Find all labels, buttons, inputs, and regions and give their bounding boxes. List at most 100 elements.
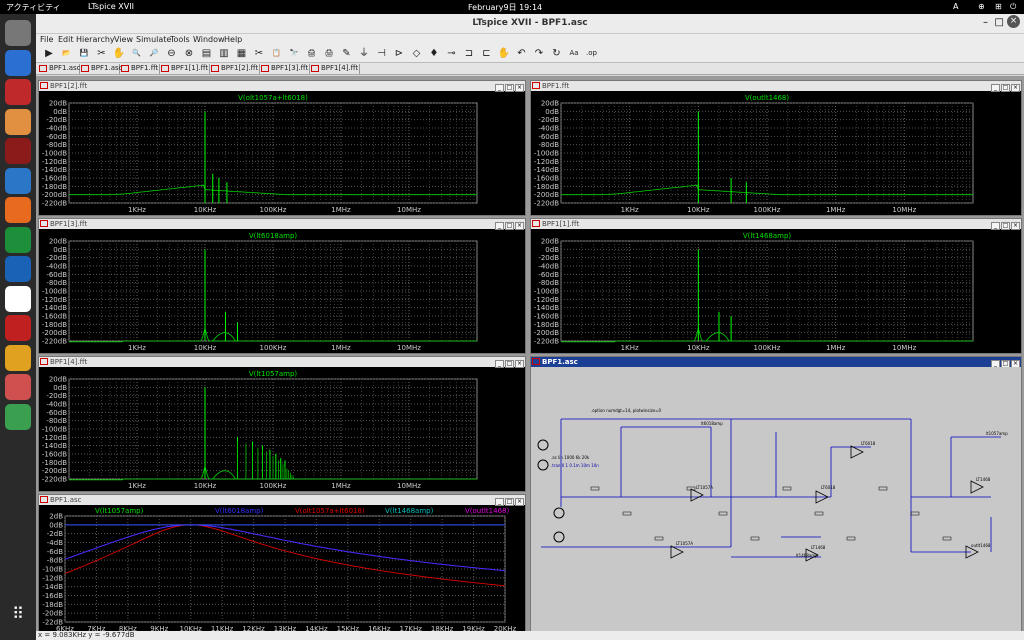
network-icon[interactable]: ⊞ <box>995 2 1002 11</box>
toolbar-button-13[interactable]: 📋 <box>270 47 284 60</box>
toolbar-button-15[interactable]: 🖨 <box>305 47 319 60</box>
menu-edit[interactable]: Edit <box>58 35 74 44</box>
toolbar-button-3[interactable]: ✂ <box>95 47 109 60</box>
chrome-icon[interactable] <box>5 344 31 371</box>
tab-4[interactable]: BPF1[2].fft <box>210 64 260 74</box>
toolbar-button-24[interactable]: ⊐ <box>462 47 476 60</box>
toolbar-button-12[interactable]: ✂ <box>252 47 266 60</box>
toolbar-button-31[interactable]: .op <box>585 47 599 60</box>
toolbar-button-22[interactable]: ♦ <box>427 47 441 60</box>
clock[interactable]: February9日 19:14 <box>468 2 542 13</box>
spreadsheet-icon[interactable] <box>5 226 31 253</box>
toolbar-button-4[interactable]: ✋ <box>112 47 126 60</box>
toolbar-button-18[interactable]: ⏚ <box>357 47 371 60</box>
menu-hierarchy[interactable]: Hierarchy <box>76 35 115 44</box>
fft-window-p4-titlebar[interactable]: BPF1[1].fft _ □ × <box>531 219 1021 230</box>
menu-view[interactable]: View <box>114 35 133 44</box>
tab-5[interactable]: BPF1[3].fft <box>260 64 310 74</box>
menu-tools[interactable]: Tools <box>170 35 190 44</box>
y-tick-label: -220dB <box>534 338 559 346</box>
update-icon[interactable] <box>5 167 31 194</box>
tab-3[interactable]: BPF1[1].fft <box>160 64 210 74</box>
fft-window-p2[interactable]: BPF1.fft _ □ × 20dB 0dB -20dB -40dB -60dB -80dB -1… <box>530 80 1022 216</box>
schematic-label: lt1468amp <box>796 553 818 558</box>
toolbar-button-1[interactable]: 📂 <box>60 47 74 60</box>
toolbar-button-19[interactable]: ⊣ <box>375 47 389 60</box>
y-tick-label: -60dB <box>538 271 559 279</box>
fft-window-p5-titlebar[interactable]: BPF1[4].fft _ □ × <box>39 357 525 368</box>
fft-window-p1-titlebar[interactable]: BPF1[2].fft _ □ × <box>39 81 525 92</box>
waveform-icon <box>40 358 48 365</box>
fft-window-p2-titlebar[interactable]: BPF1.fft _ □ × <box>531 81 1021 92</box>
toolbar-button-27[interactable]: ↶ <box>515 47 529 60</box>
package-icon[interactable] <box>5 374 31 400</box>
text-editor-icon[interactable] <box>5 49 31 76</box>
toolbar-button-16[interactable]: 🖨 <box>322 47 336 60</box>
toolbar-button-28[interactable]: ↷ <box>532 47 546 60</box>
toolbar-button-14[interactable]: 🔭 <box>287 47 301 60</box>
filezilla-icon[interactable] <box>5 79 31 105</box>
maxima-icon[interactable] <box>5 285 31 312</box>
minimize-button[interactable]: – <box>983 17 988 28</box>
files-icon[interactable] <box>5 108 31 135</box>
input-method-indicator[interactable]: A <box>953 2 958 11</box>
maximize-button[interactable]: □ <box>995 17 1004 28</box>
fft-window-p3-body: 20dB 0dB -20dB -40dB -60dB -80dB -100dB -120dB -… <box>39 229 525 353</box>
tab-1[interactable]: BPF1.asc <box>80 64 123 74</box>
schematic-window-titlebar[interactable]: BPF1.asc _ □ × <box>531 357 1021 368</box>
schematic-canvas[interactable]: .option numdgt=14, plotwinsize=0 .ac lin … <box>531 367 1021 633</box>
toolbar-button-23[interactable]: ⊸ <box>445 47 459 60</box>
settings-icon[interactable] <box>5 20 31 46</box>
x-tick-label: 10MHz <box>397 344 421 352</box>
toolbar-button-25[interactable]: ⊏ <box>480 47 494 60</box>
toolbar-button-5[interactable]: 🔍 <box>130 47 144 60</box>
toolbar-button-7[interactable]: ⊖ <box>165 47 179 60</box>
toolbar-button-8[interactable]: ⊗ <box>182 47 196 60</box>
accessibility-icon[interactable]: ⊕ <box>978 2 985 11</box>
ac-window-titlebar[interactable]: BPF1.asc _ □ × <box>39 495 525 506</box>
toolbar-button-11[interactable]: ▦ <box>235 47 249 60</box>
toolbar-button-17[interactable]: ✎ <box>340 47 354 60</box>
toolbar-button-21[interactable]: ◇ <box>410 47 424 60</box>
game-icon[interactable] <box>5 315 31 341</box>
active-app-label[interactable]: LTspice XVII <box>88 2 134 11</box>
y-tick-label: -120dB <box>42 296 67 304</box>
power-icon[interactable]: ⏻ <box>1010 2 1016 12</box>
trash-icon[interactable] <box>5 403 31 430</box>
kicad-icon[interactable] <box>5 256 31 282</box>
close-button[interactable]: × <box>1007 15 1020 28</box>
x-tick-label: 10MHz <box>397 206 421 214</box>
toolbar-button-10[interactable]: ▥ <box>217 47 231 60</box>
toolbar-button-6[interactable]: 🔎 <box>147 47 161 60</box>
apps-grid-icon[interactable]: ⠿ <box>5 604 31 630</box>
toolbar-button-26[interactable]: ✋ <box>497 47 511 60</box>
opamp-symbol <box>970 480 984 494</box>
toolbar-button-29[interactable]: ↻ <box>550 47 564 60</box>
y-tick-label: -20dB <box>538 254 559 262</box>
tab-2[interactable]: BPF1.fft <box>120 64 160 74</box>
toolbar-button-0[interactable]: ▶ <box>42 47 56 60</box>
x-tick-label: 1KHz <box>128 344 146 352</box>
tab-0[interactable]: BPF1.asc <box>38 64 81 74</box>
ltspice-icon[interactable] <box>5 138 31 164</box>
toolbar-button-9[interactable]: ▤ <box>200 47 214 60</box>
x-tick-label: 1KHz <box>128 482 146 490</box>
fft-window-p3-titlebar[interactable]: BPF1[3].fft _ □ × <box>39 219 525 230</box>
toolbar-button-2[interactable]: 💾 <box>77 47 91 60</box>
menu-file[interactable]: File <box>40 35 53 44</box>
ac-window[interactable]: BPF1.asc _ □ × 2dB 0dB -2dB -4dB -6dB -8dB -10dB -1… <box>38 494 526 634</box>
menu-window[interactable]: Window <box>193 35 225 44</box>
fft-window-p1[interactable]: BPF1[2].fft _ □ × 20dB 0dB -20dB -40dB -60dB -80d… <box>38 80 526 216</box>
tab-6[interactable]: BPF1[4].fft <box>310 64 360 74</box>
menu-help[interactable]: Help <box>224 35 242 44</box>
toolbar-button-20[interactable]: ⊳ <box>392 47 406 60</box>
fft-window-p4-body: 20dB 0dB -20dB -40dB -60dB -80dB -100dB -120dB -… <box>531 229 1021 353</box>
toolbar-button-30[interactable]: Aa <box>567 47 581 60</box>
activities-button[interactable]: アクティビティ <box>6 2 61 13</box>
menu-simulate[interactable]: Simulate <box>136 35 171 44</box>
firefox-icon[interactable] <box>5 197 31 223</box>
schematic-window[interactable]: BPF1.asc _ □ × .option numdgt=14, plotwinsiz… <box>530 356 1022 634</box>
fft-window-p5[interactable]: BPF1[4].fft _ □ × 20dB 0dB -20dB -40dB -60dB -80d… <box>38 356 526 492</box>
fft-window-p4[interactable]: BPF1[1].fft _ □ × 20dB 0dB -20dB -40dB -60dB -80d… <box>530 218 1022 354</box>
fft-window-p3[interactable]: BPF1[3].fft _ □ × 20dB 0dB -20dB -40dB -60dB -80d… <box>38 218 526 354</box>
